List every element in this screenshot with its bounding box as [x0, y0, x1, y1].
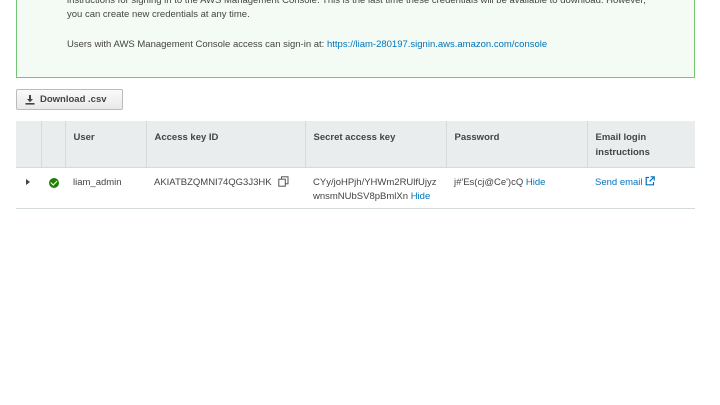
expand-cell	[16, 167, 41, 209]
status-column-header	[40, 121, 65, 168]
success-banner: instructions for signing in to the AWS M…	[16, 0, 695, 78]
email-cell: Send email	[587, 167, 695, 209]
access-key-id-value: AKIATBZQMNI74QG3J3HK	[154, 176, 272, 188]
column-header-secret-access-key[interactable]: Secret access key	[304, 121, 446, 168]
table-row: liam_admin AKIATBZQMNI74QG3J3HK CYy/joHP…	[16, 167, 695, 209]
credentials-table: User Access key ID Secret access key Pas…	[16, 121, 695, 209]
send-email-link[interactable]: Send email	[595, 175, 655, 188]
copy-icon[interactable]	[277, 175, 289, 187]
console-signin-link[interactable]: https://liam-280197.signin.aws.amazon.co…	[327, 39, 547, 50]
status-cell	[41, 167, 65, 209]
download-csv-button[interactable]: Download .csv	[16, 89, 123, 110]
hide-secret-key-link[interactable]: Hide	[411, 191, 431, 202]
column-header-user[interactable]: User	[64, 121, 146, 168]
column-header-password[interactable]: Password	[445, 121, 587, 168]
column-header-access-key-id[interactable]: Access key ID	[145, 121, 305, 168]
password-cell: j#'Es(cj@Ce')cQ Hide	[446, 167, 587, 209]
banner-text-line-1: instructions for signing in to the AWS M…	[67, 0, 646, 6]
check-circle-icon	[49, 177, 59, 188]
table-header-row: User Access key ID Secret access key Pas…	[16, 121, 695, 168]
password-value: j#'Es(cj@Ce')cQ	[454, 176, 524, 188]
secret-key-cell: CYy/joHPjh/YHWm2RUlfUjyz wnsmNUbSV8pBmlX…	[305, 167, 446, 209]
banner-text-line-2: you can create new credentials at any ti…	[67, 9, 250, 20]
secret-key-line-1: CYy/joHPjh/YHWm2RUlfUjyz	[313, 176, 437, 188]
access-key-cell: AKIATBZQMNI74QG3J3HK	[146, 167, 305, 209]
expand-caret-icon[interactable]	[26, 178, 30, 185]
secret-key-line-2: wnsmNUbSV8pBmlXn	[313, 190, 409, 202]
download-csv-label: Download .csv	[40, 94, 107, 105]
external-link-icon	[645, 175, 655, 185]
expand-column-header	[16, 121, 41, 168]
signin-label: Users with AWS Management Console access…	[67, 39, 327, 50]
column-header-email-login-instructions[interactable]: Email login instructions	[586, 121, 695, 168]
send-email-label: Send email	[595, 176, 643, 188]
signin-info: Users with AWS Management Console access…	[67, 38, 547, 52]
user-cell: liam_admin	[65, 167, 146, 209]
download-icon	[25, 94, 35, 105]
hide-password-link[interactable]: Hide	[526, 177, 546, 188]
